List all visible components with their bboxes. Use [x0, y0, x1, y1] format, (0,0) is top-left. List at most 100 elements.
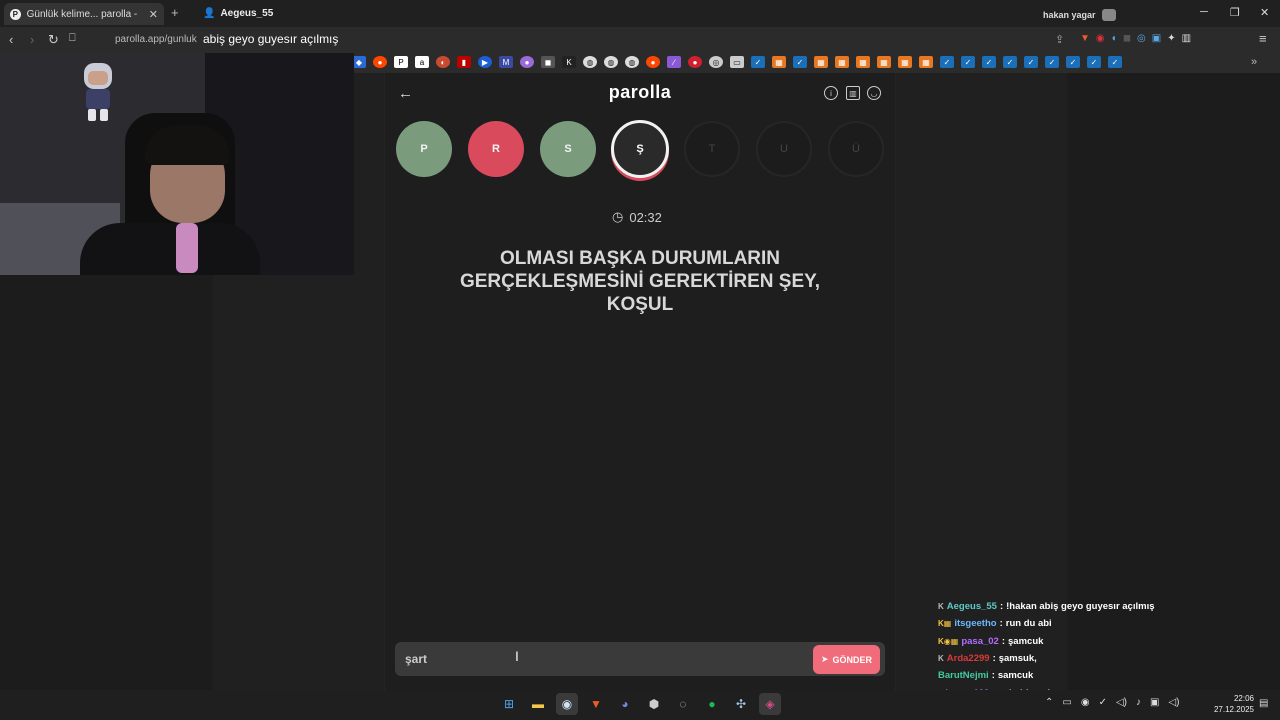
app-icon[interactable]: ✣ [730, 693, 752, 715]
bookmark-icon[interactable]: ● [688, 56, 702, 68]
network-icon[interactable]: ▣ [1150, 697, 1159, 708]
puzzle-icon[interactable]: ✦ [1167, 33, 1175, 44]
bookmark-icon[interactable]: ◎ [709, 56, 723, 68]
url-field[interactable]: parolla.app/gunluk [115, 34, 197, 45]
app-icon[interactable]: ◌ [672, 693, 694, 715]
menu-icon[interactable]: ≡ [1259, 31, 1267, 46]
chat-text: !hakan abiş geyo guyesır açılmış [1006, 601, 1155, 613]
profile-icon[interactable]: ◡ [867, 86, 881, 100]
bookmark-icon[interactable]: ◼ [541, 56, 555, 68]
letter-circle-r: R [468, 121, 524, 177]
steam-icon[interactable]: ✓ [961, 56, 975, 68]
discord-icon[interactable]: ◕ [614, 693, 636, 715]
chat-separator: : [999, 618, 1003, 630]
battery-icon[interactable]: ▭ [1062, 697, 1071, 708]
steam-icon[interactable]: ✓ [940, 56, 954, 68]
bookmark-icon[interactable]: ◐ [436, 56, 450, 68]
extension-icon[interactable]: ◎ [1137, 33, 1146, 44]
taskbar-clock[interactable]: 22:06 27.12.2025 [1208, 693, 1254, 715]
folder-icon[interactable]: ▭ [730, 56, 744, 68]
bookmark-icon[interactable]: ▶ [478, 56, 492, 68]
microphone-icon[interactable]: ♪ [1136, 697, 1141, 708]
steam-tray-icon[interactable]: ✓ [1099, 697, 1107, 708]
reddit-icon[interactable]: ● [646, 56, 660, 68]
maps-icon[interactable]: ◈ [759, 693, 781, 715]
letter-label: Ü [852, 143, 860, 155]
bookmark-icon[interactable]: M [499, 56, 513, 68]
globe-icon[interactable]: ◍ [583, 56, 597, 68]
chat-text: samcuk [997, 670, 1034, 682]
letter-label: T [708, 143, 716, 155]
bookmark-icon[interactable]: ▦ [835, 56, 849, 68]
answer-input[interactable] [405, 651, 795, 667]
bookmark-icon[interactable]: P [394, 56, 408, 68]
send-button[interactable]: ➤ GÖNDER [813, 645, 880, 674]
sidebar-icon[interactable]: ▥ [1182, 33, 1191, 44]
spotify-icon[interactable]: ● [701, 693, 723, 715]
page-heading: abiş geyo guyesır açılmış [203, 32, 339, 46]
bookmark-icon[interactable]: ⎕ [69, 32, 76, 45]
windows-start-icon[interactable]: ⊞ [498, 693, 520, 715]
back-arrow-icon[interactable]: ← [398, 85, 413, 102]
bookmark-icon[interactable]: ▦ [877, 56, 891, 68]
notification-icon[interactable]: ▤ [1259, 698, 1268, 709]
letter-label: S [564, 143, 572, 155]
info-icon[interactable]: i [824, 86, 838, 100]
kick-icon[interactable]: K [562, 56, 576, 68]
stats-icon[interactable]: ▥ [846, 86, 860, 100]
globe-icon[interactable]: ◍ [625, 56, 639, 68]
bookmark-icon[interactable]: ▦ [814, 56, 828, 68]
bookmark-icon[interactable]: ∕ [667, 56, 681, 68]
extension-icon[interactable]: ◉ [1096, 33, 1105, 44]
steam-icon[interactable]: ✓ [982, 56, 996, 68]
steam-icon[interactable]: ✓ [1024, 56, 1038, 68]
bookmark-icon[interactable]: ▮ [457, 56, 471, 68]
chevron-up-icon[interactable]: ⌃ [1045, 697, 1053, 708]
forward-nav-icon[interactable]: › [30, 32, 34, 47]
brave-icon[interactable]: ▼ [585, 693, 607, 715]
app-tray-icon[interactable]: ◉ [1081, 697, 1090, 708]
steam-icon[interactable]: ✓ [793, 56, 807, 68]
globe-icon[interactable]: ◍ [604, 56, 618, 68]
steam-icon[interactable]: ◉ [556, 693, 578, 715]
brave-shield-icon[interactable]: ▼ [1080, 33, 1090, 44]
reload-icon[interactable]: ↻ [48, 32, 59, 48]
bookmark-icon[interactable]: ▦ [856, 56, 870, 68]
minimize-button[interactable]: ─ [1200, 6, 1208, 18]
share-icon[interactable]: ⇪ [1055, 33, 1064, 46]
reddit-icon[interactable]: ● [373, 56, 387, 68]
steam-icon[interactable]: ✓ [1066, 56, 1080, 68]
app-icon[interactable]: ⬢ [643, 693, 665, 715]
extension-icon[interactable]: ▣ [1152, 33, 1161, 44]
letter-label: R [492, 143, 500, 155]
amazon-icon[interactable]: a [415, 56, 429, 68]
new-tab-button[interactable]: + [171, 5, 179, 20]
app-logo[interactable]: parolla [560, 82, 720, 103]
file-explorer-icon[interactable]: ▬ [527, 693, 549, 715]
bookmark-icon[interactable]: ● [520, 56, 534, 68]
bookmark-icon[interactable]: ▦ [772, 56, 786, 68]
letter-circle-sh-active: Ş [611, 120, 669, 178]
steam-icon[interactable]: ✓ [1003, 56, 1017, 68]
steam-icon[interactable]: ✓ [1045, 56, 1059, 68]
bookmarks-overflow-icon[interactable]: » [1251, 56, 1257, 68]
volume-icon[interactable]: ◁) [1168, 697, 1179, 708]
steam-icon[interactable]: ✓ [751, 56, 765, 68]
tab-close-icon[interactable]: ✕ [149, 8, 158, 21]
profile-tab[interactable]: 👤 Aegeus_55 [203, 8, 273, 19]
extension-icon[interactable]: ◼ [1123, 33, 1131, 44]
speaker-icon[interactable]: ◁) [1116, 697, 1127, 708]
bookmark-list: ◆ ● P a ◐ ▮ ▶ M ● ◼ K ◍ ◍ ◍ ● ∕ ● ◎ ▭ ✓ … [352, 56, 1122, 68]
bookmark-icon[interactable]: ▦ [898, 56, 912, 68]
browser-tab[interactable]: P Günlük kelime... parolla - ✕ [4, 3, 164, 25]
maximize-button[interactable]: ❐ [1230, 6, 1240, 19]
bookmark-icon[interactable]: ◆ [352, 56, 366, 68]
back-nav-icon[interactable]: ‹ [9, 32, 13, 47]
steam-icon[interactable]: ✓ [1087, 56, 1101, 68]
steam-icon[interactable]: ✓ [1108, 56, 1122, 68]
bookmark-icon[interactable]: ▦ [919, 56, 933, 68]
window-user[interactable]: hakan yagar [1043, 9, 1116, 21]
extension-icon[interactable]: ◖ [1111, 33, 1117, 44]
clock-icon: ◷ [612, 209, 624, 224]
close-window-button[interactable]: ✕ [1260, 6, 1269, 19]
